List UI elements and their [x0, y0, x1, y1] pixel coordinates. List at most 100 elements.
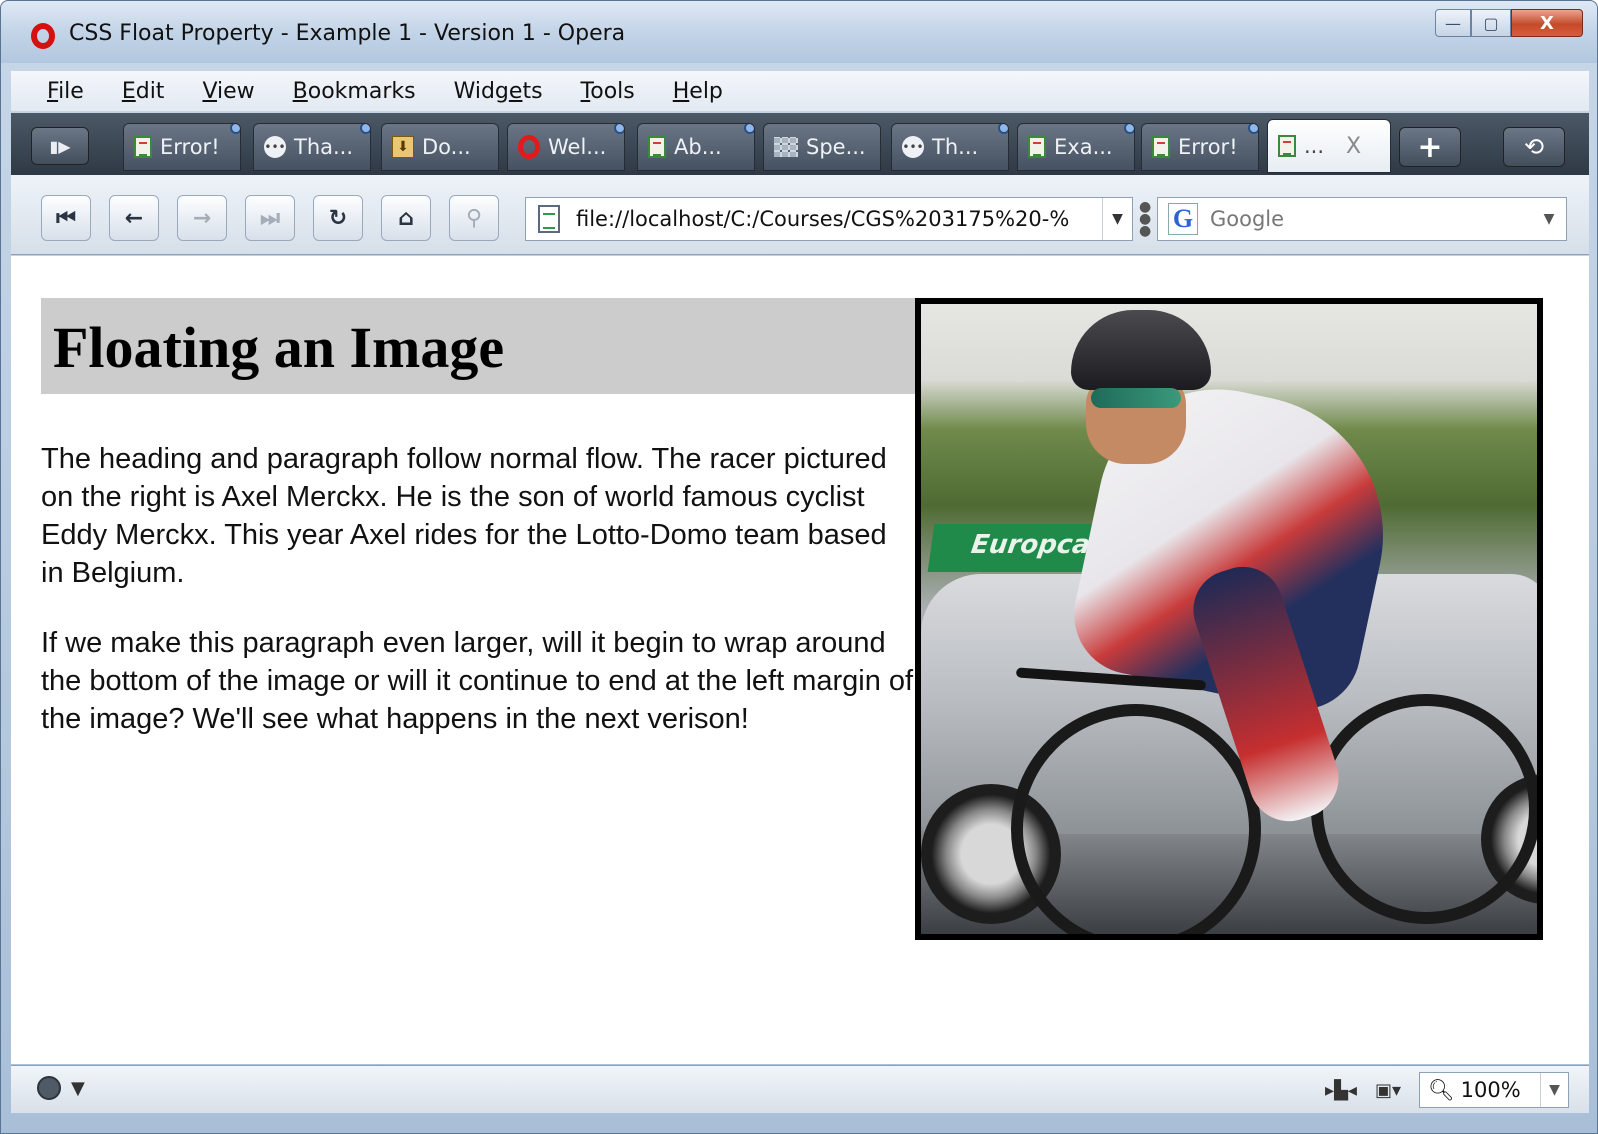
tab-thanks-2[interactable]: ••• Th...: [891, 123, 1009, 171]
page-icon: [538, 205, 560, 233]
window-controls: — ▢ X: [1435, 9, 1583, 37]
status-right: ▸▙◂ ▣▾ 🔍︎ 100% ▼: [1325, 1072, 1569, 1108]
window-title: CSS Float Property - Example 1 - Version…: [69, 21, 626, 46]
page-icon: [1028, 136, 1046, 158]
download-icon: ⬇: [392, 136, 414, 158]
status-bar: ▼ ▸▙◂ ▣▾ 🔍︎ 100% ▼: [11, 1065, 1589, 1113]
photo-rider-helmet: [1071, 310, 1211, 390]
tab-unread-dot: [998, 124, 1008, 134]
wand-key-icon: ⚲: [465, 205, 483, 231]
tab-error-1[interactable]: Error!: [123, 123, 241, 171]
address-bar[interactable]: file://localhost/C:/Courses/CGS%203175%2…: [525, 197, 1133, 241]
search-box[interactable]: G Google ▼: [1157, 197, 1567, 241]
new-tab-button[interactable]: +: [1399, 127, 1461, 167]
title-bar: CSS Float Property - Example 1 - Version…: [1, 1, 1597, 63]
cyclist-photo: Europcar: [915, 298, 1543, 940]
tab-label: Error!: [160, 135, 220, 159]
photo-rider-glasses: [1091, 388, 1181, 408]
forward-arrow-icon: →: [192, 205, 212, 231]
page-heading: Floating an Image: [53, 315, 505, 380]
address-dropdown-icon[interactable]: ▼: [1102, 198, 1132, 240]
tab-label: Exa...: [1054, 135, 1113, 159]
opera-logo-icon: [31, 23, 55, 49]
plus-icon: +: [1417, 129, 1443, 165]
navigation-toolbar: ⏮ ← → ⏭ ↻ ⌂ ⚲ file://localhost/C:/Course…: [11, 175, 1589, 255]
tab-unread-dot: [1248, 124, 1258, 134]
tab-unread-dot: [360, 124, 370, 134]
page-icon: [1152, 136, 1170, 158]
zoom-dropdown-icon[interactable]: ▼: [1540, 1073, 1568, 1107]
menu-help[interactable]: Help: [673, 79, 723, 104]
menu-bookmarks[interactable]: Bookmarks: [293, 79, 416, 104]
tab-unread-dot: [1124, 124, 1134, 134]
menu-tools[interactable]: Tools: [581, 79, 635, 104]
tab-about[interactable]: Ab...: [637, 123, 755, 171]
fast-forward-icon: ⏭: [260, 205, 280, 231]
home-icon: ⌂: [398, 205, 414, 231]
paragraph-1: The heading and paragraph follow normal …: [41, 443, 887, 589]
panel-toggle-icon: ▮▶: [49, 136, 71, 156]
reload-button[interactable]: ↻: [313, 195, 363, 241]
page-icon: [1278, 135, 1296, 157]
tab-thanks[interactable]: ••• Tha...: [253, 123, 371, 171]
tab-unread-dot: [230, 124, 240, 134]
magnifier-icon: 🔍︎: [1428, 1077, 1455, 1102]
tab-error-2[interactable]: Error!: [1141, 123, 1259, 171]
tab-label: Do...: [422, 135, 471, 159]
wand-button[interactable]: ⚲: [449, 195, 499, 241]
zoom-value: 100%: [1460, 1078, 1521, 1102]
tab-label: Error!: [1178, 135, 1238, 159]
network-icon[interactable]: [37, 1076, 61, 1100]
fast-forward-button[interactable]: ⏭: [245, 195, 295, 241]
search-input[interactable]: Google: [1210, 207, 1532, 231]
paragraph-2: If we make this paragraph even larger, w…: [41, 627, 914, 735]
back-arrow-icon: ←: [124, 205, 144, 231]
tab-label: Tha...: [294, 135, 354, 159]
page-icon: [648, 136, 666, 158]
google-logo-icon[interactable]: G: [1168, 203, 1198, 235]
rewind-button[interactable]: ⏮: [41, 195, 91, 241]
speed-dial-icon: [774, 137, 798, 157]
menu-widgets[interactable]: Widgets: [454, 79, 543, 104]
close-button[interactable]: X: [1511, 9, 1583, 37]
chat-icon: •••: [264, 136, 286, 158]
network-dropdown-icon[interactable]: ▼: [71, 1078, 85, 1099]
opera-icon: [518, 135, 540, 159]
tab-label: Wel...: [548, 135, 607, 159]
home-button[interactable]: ⌂: [381, 195, 431, 241]
chat-icon: •••: [902, 136, 924, 158]
closed-tabs-button[interactable]: ⟲: [1503, 127, 1565, 167]
menu-view[interactable]: View: [202, 79, 254, 104]
tab-downloads[interactable]: ⬇ Do...: [381, 123, 499, 171]
tab-example[interactable]: Exa...: [1017, 123, 1135, 171]
minimize-button[interactable]: —: [1435, 9, 1471, 37]
photo-bike-wheel: [1311, 694, 1537, 924]
photo-bike-wheel: [1011, 704, 1261, 934]
images-toggle-icon[interactable]: ▣▾: [1375, 1080, 1401, 1101]
back-button[interactable]: ←: [109, 195, 159, 241]
tab-speed-dial[interactable]: Spe...: [763, 123, 881, 171]
menu-bar: File Edit View Bookmarks Widgets Tools H…: [11, 71, 1589, 111]
tab-label: Th...: [932, 135, 979, 159]
menu-file[interactable]: File: [47, 79, 84, 104]
tab-unread-dot: [744, 124, 754, 134]
page-icon: [134, 136, 152, 158]
menu-edit[interactable]: Edit: [122, 79, 165, 104]
maximize-button[interactable]: ▢: [1471, 9, 1511, 37]
tab-welcome[interactable]: Wel...: [507, 123, 625, 171]
browser-window: CSS Float Property - Example 1 - Version…: [0, 0, 1598, 1134]
page-content: Europcar Floating an Image The heading a…: [11, 256, 1589, 1064]
tab-bar: ▮▶ Error! ••• Tha... ⬇ Do... Wel... Ab..…: [11, 113, 1589, 185]
tab-unread-dot: [614, 124, 624, 134]
zoom-control[interactable]: 🔍︎ 100% ▼: [1419, 1072, 1569, 1108]
tab-label: Ab...: [674, 135, 722, 159]
forward-button[interactable]: →: [177, 195, 227, 241]
status-left: ▼: [37, 1076, 85, 1100]
toolbar-resize-grip[interactable]: ● ● ●: [1139, 200, 1151, 238]
panel-toggle-button[interactable]: ▮▶: [31, 127, 89, 165]
url-text[interactable]: file://localhost/C:/Courses/CGS%203175%2…: [576, 207, 1102, 231]
turbo-icon[interactable]: ▸▙◂: [1325, 1080, 1357, 1101]
search-dropdown-icon[interactable]: ▼: [1532, 198, 1566, 240]
tab-close-icon[interactable]: X: [1346, 134, 1361, 159]
tab-active[interactable]: ... X: [1267, 119, 1391, 173]
